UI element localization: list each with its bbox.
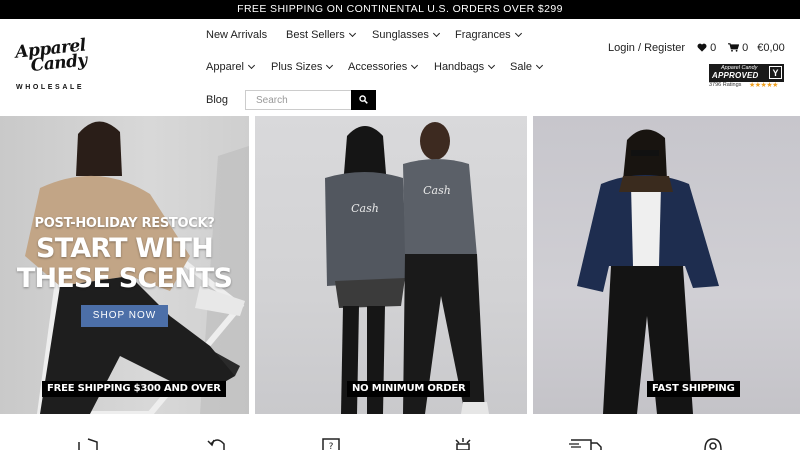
model-photo-couple: Cash Cash (325, 122, 489, 414)
cart-total: €0,00 (757, 42, 785, 54)
hero-panel-restock[interactable]: POST-HOLIDAY RESTOCK? START WITH THESE S… (0, 116, 249, 414)
chevron-down-icon (535, 61, 544, 70)
nav-fragrances[interactable]: Fragrances (455, 29, 522, 41)
nav-new-arrivals[interactable]: New Arrivals (206, 29, 267, 41)
shop-now-button[interactable]: SHOP NOW (81, 305, 168, 327)
nav-plus-sizes[interactable]: Plus Sizes (271, 61, 334, 73)
support-icon (704, 438, 722, 450)
chevron-down-icon (326, 61, 334, 70)
chevron-down-icon (514, 29, 522, 38)
shield-icon (78, 438, 98, 450)
hero-panel-no-minimum[interactable]: Cash Cash NO MINIMUM ORDER (255, 116, 527, 414)
nav-best-sellers[interactable]: Best Sellers (286, 29, 356, 41)
svg-text:?: ? (329, 442, 334, 450)
nav-blog[interactable]: Blog (206, 94, 228, 106)
hero-kicker: POST-HOLIDAY RESTOCK? (34, 216, 215, 231)
search-input[interactable] (246, 91, 352, 109)
chevron-down-icon (488, 61, 496, 70)
nav-accessories[interactable]: Accessories (348, 61, 419, 73)
chevron-down-icon (432, 29, 440, 38)
shopper-approved-badge[interactable]: Apparel Candy APPROVED Y 3796 Ratings ★★… (709, 64, 784, 90)
nav-sale[interactable]: Sale (510, 61, 544, 73)
truck-icon (569, 439, 602, 450)
wishlist-link[interactable]: 0 (697, 42, 716, 54)
svg-text:Cash: Cash (351, 202, 379, 215)
chevron-down-icon (348, 29, 356, 38)
nav-apparel[interactable]: Apparel (206, 61, 255, 73)
caption-no-minimum: NO MINIMUM ORDER (347, 381, 471, 397)
badge-ratings: 3796 Ratings (709, 82, 742, 88)
badge-stars: ★★★★★ (749, 82, 778, 89)
return-icon (207, 439, 225, 450)
cart-icon (728, 43, 740, 52)
feature-icons-row: ? (0, 432, 800, 450)
cart-count: 0 (742, 42, 749, 54)
cart-link[interactable]: 0 €0,00 (728, 42, 785, 54)
question-icon: ? (322, 438, 340, 450)
caption-fast-shipping: FAST SHIPPING (647, 381, 740, 397)
chevron-down-icon (247, 61, 255, 70)
badge-icon (455, 438, 471, 450)
svg-text:Cash: Cash (423, 184, 451, 197)
hero-headline-line2: THESE SCENTS (16, 263, 233, 294)
wishlist-count: 0 (710, 42, 717, 54)
hero-headline-line1: START WITH (36, 233, 214, 264)
hero-panel-fast-shipping[interactable]: FAST SHIPPING (533, 116, 800, 414)
nav-handbags[interactable]: Handbags (434, 61, 496, 73)
chevron-down-icon (411, 61, 419, 70)
badge-title: APPROVED (712, 71, 759, 80)
search-bar (245, 90, 376, 110)
login-register-link[interactable]: Login / Register (608, 42, 685, 54)
caption-free-shipping: FREE SHIPPING $300 AND OVER (42, 381, 226, 397)
main-navigation: New Arrivals Best Sellers Sunglasses Fra… (0, 0, 800, 116)
nav-sunglasses[interactable]: Sunglasses (372, 29, 440, 41)
heart-icon (697, 43, 707, 52)
search-icon (359, 95, 368, 104)
search-button[interactable] (351, 90, 376, 110)
model-photo-man-jacket (577, 129, 719, 414)
shopper-approved-logo-icon: Y (769, 66, 782, 79)
